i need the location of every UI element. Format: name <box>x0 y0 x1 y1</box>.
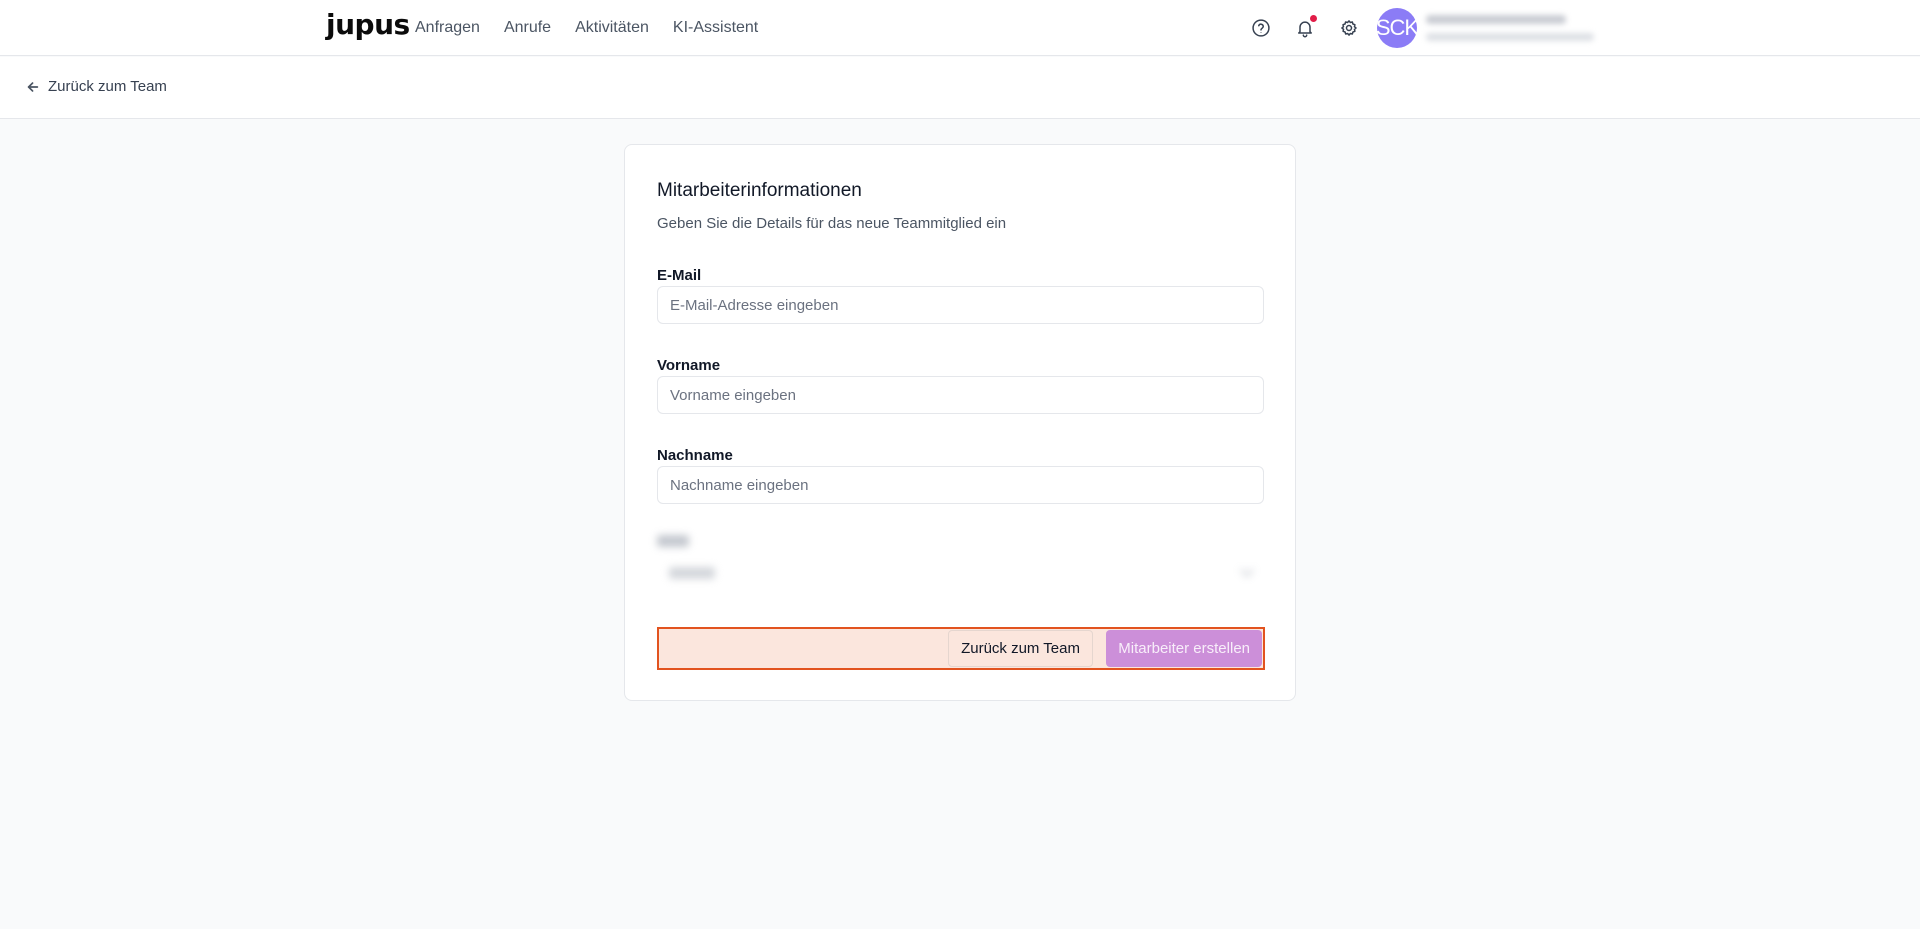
chevron-down-icon <box>1239 562 1255 578</box>
user-info-redacted[interactable] <box>1426 12 1598 46</box>
notification-dot <box>1310 15 1317 22</box>
arrow-left-icon <box>27 81 39 92</box>
firstname-label: Vorname <box>657 357 721 374</box>
form-subtitle: Geben Sie die Details für das neue Teamm… <box>657 215 1007 232</box>
back-link-label: Zurück zum Team <box>48 78 167 95</box>
settings-button[interactable] <box>1335 14 1363 42</box>
nav-item-anfragen[interactable]: Anfragen <box>415 19 480 37</box>
notifications-button[interactable] <box>1291 14 1319 42</box>
help-button[interactable] <box>1247 14 1275 42</box>
email-label: E-Mail <box>657 267 702 284</box>
gear-icon <box>1341 20 1357 36</box>
top-navigation-bar: jupus Anfragen Anrufe Aktivitäten KI-Ass… <box>0 0 1920 56</box>
back-to-team-link[interactable]: Zurück zum Team <box>26 78 167 95</box>
nav-item-aktivitaeten[interactable]: Aktivitäten <box>575 19 649 37</box>
email-input[interactable] <box>657 286 1264 324</box>
lastname-input[interactable] <box>657 466 1264 504</box>
app-logo[interactable]: jupus <box>326 8 410 41</box>
create-employee-button[interactable]: Mitarbeiter erstellen <box>1106 630 1262 667</box>
nav-item-anrufe[interactable]: Anrufe <box>504 19 551 37</box>
employee-form-card: Mitarbeiterinformationen Geben Sie die D… <box>624 144 1296 701</box>
help-circle-icon <box>1252 19 1270 37</box>
firstname-input[interactable] <box>657 376 1264 414</box>
form-actions: Zurück zum Team Mitarbeiter erstellen <box>657 627 1265 670</box>
role-select-redacted[interactable] <box>657 535 1264 595</box>
form-title: Mitarbeiterinformationen <box>657 180 862 201</box>
user-avatar[interactable]: SCK <box>1376 8 1419 48</box>
back-to-team-button[interactable]: Zurück zum Team <box>948 630 1093 667</box>
lastname-label: Nachname <box>657 447 733 464</box>
nav-item-ki-assistent[interactable]: KI-Assistent <box>673 19 758 37</box>
sub-header: Zurück zum Team <box>0 57 1920 119</box>
main-nav: Anfragen Anrufe Aktivitäten KI-Assistent <box>415 0 782 56</box>
